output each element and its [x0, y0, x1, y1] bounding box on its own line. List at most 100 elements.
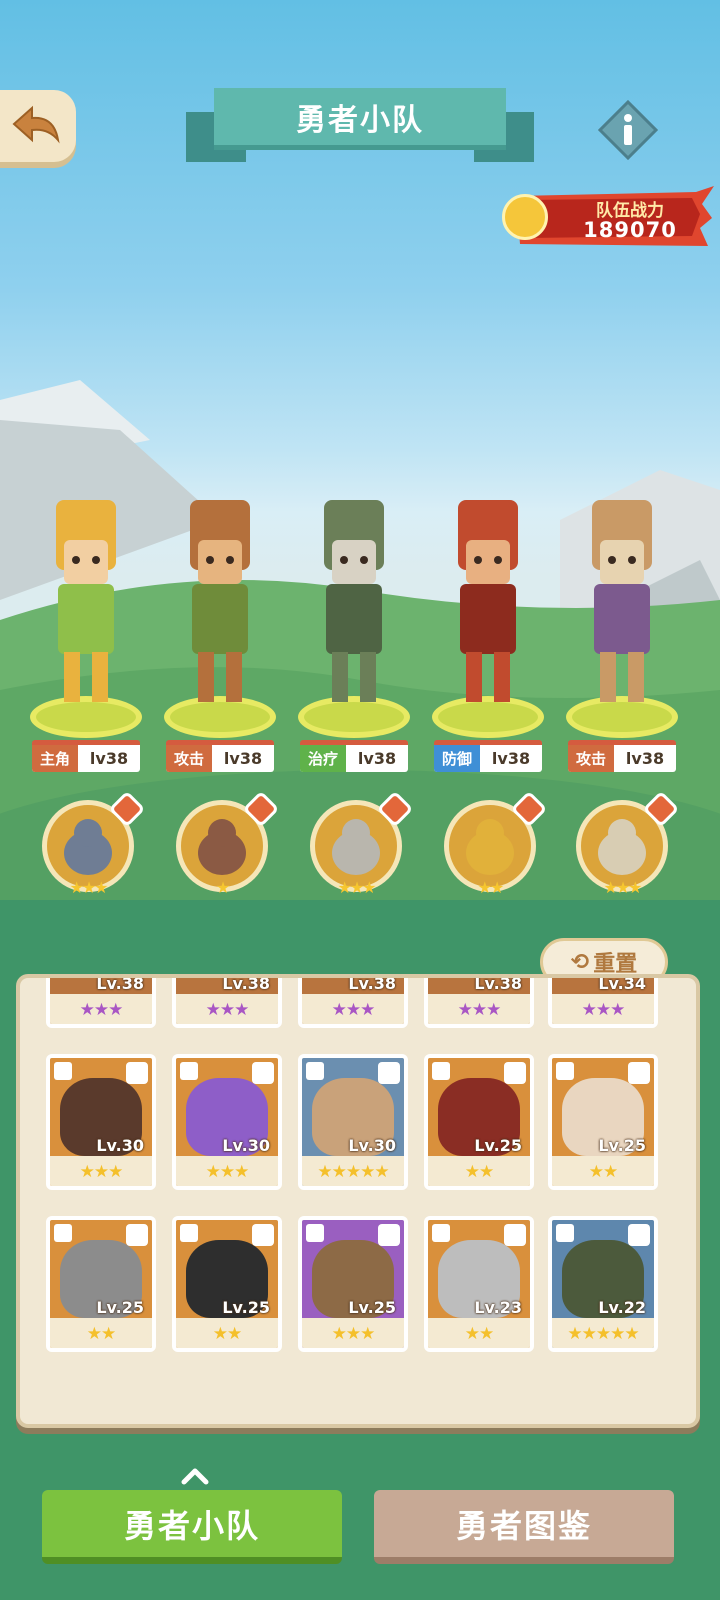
- hero-level: lv38: [89, 749, 129, 768]
- card-stars: ★★★: [205, 1000, 250, 1020]
- roster-card[interactable]: Lv.38 ★★★: [424, 974, 534, 1028]
- hero-tag: 治疗 lv38: [300, 740, 408, 772]
- card-stars: ★★: [464, 1324, 494, 1344]
- roster-card[interactable]: Lv.22 ★★★★★: [548, 1216, 658, 1352]
- card-level: Lv.38: [474, 974, 522, 993]
- pet-stars: ★★: [477, 878, 505, 897]
- roster-card[interactable]: Lv.25 ★★: [548, 1054, 658, 1190]
- roster-card[interactable]: Lv.30 ★★★★★: [298, 1054, 408, 1190]
- hero-slot-2[interactable]: 攻击 lv38: [160, 480, 280, 780]
- class-icon: [306, 1224, 324, 1242]
- class-icon: [54, 1062, 72, 1080]
- hero-slot-4[interactable]: 防御 lv38: [428, 480, 548, 780]
- equipment-icon: [252, 1224, 274, 1246]
- hero-tag: 防御 lv38: [434, 740, 542, 772]
- equipment-icon: [126, 1062, 148, 1084]
- card-stars: ★★: [464, 1162, 494, 1182]
- roster-card[interactable]: Lv.30 ★★★: [172, 1054, 282, 1190]
- hero-role: 主角: [32, 745, 78, 772]
- card-level: Lv.30: [348, 1136, 396, 1155]
- roster-card[interactable]: Lv.23 ★★: [424, 1216, 534, 1352]
- hero-figure: [56, 500, 116, 702]
- card-level: Lv.25: [348, 1298, 396, 1317]
- info-icon[interactable]: [598, 100, 658, 160]
- card-level: Lv.30: [222, 1136, 270, 1155]
- class-icon: [54, 1224, 72, 1242]
- back-arrow-icon: [12, 105, 60, 144]
- class-icon: [432, 1224, 450, 1242]
- chevron-up-icon: [181, 1468, 209, 1485]
- pet-slot-1[interactable]: ★★★: [42, 790, 146, 897]
- card-stars: ★★★: [331, 1324, 376, 1344]
- class-icon: [556, 1224, 574, 1242]
- hero-level: lv38: [625, 749, 665, 768]
- pet-stars: ★★★: [603, 878, 642, 897]
- fist-icon: [502, 194, 548, 240]
- tab-hero-team[interactable]: 勇者小队: [42, 1490, 342, 1564]
- hero-role: 攻击: [568, 745, 614, 772]
- equipment-icon: [628, 1062, 650, 1084]
- hero-tag: 攻击 lv38: [166, 740, 274, 772]
- card-stars: ★★: [86, 1324, 116, 1344]
- class-icon: [432, 1062, 450, 1080]
- class-icon: [180, 1224, 198, 1242]
- card-level: Lv.25: [222, 1298, 270, 1317]
- team-power-banner: 队伍战力 189070: [496, 184, 714, 250]
- tab-hero-codex[interactable]: 勇者图鉴: [374, 1490, 674, 1564]
- equipment-icon: [378, 1062, 400, 1084]
- equipment-icon: [504, 1224, 526, 1246]
- roster-card[interactable]: Lv.30 ★★★: [46, 1054, 156, 1190]
- back-button[interactable]: [0, 90, 76, 162]
- roster-card[interactable]: Lv.25 ★★: [46, 1216, 156, 1352]
- roster-card[interactable]: Lv.38 ★★★: [298, 974, 408, 1028]
- card-stars: ★★★: [79, 1162, 124, 1182]
- hero-role: 防御: [434, 745, 480, 772]
- card-level: Lv.25: [474, 1136, 522, 1155]
- card-stars: ★★: [588, 1162, 618, 1182]
- roster-card[interactable]: Lv.25 ★★: [172, 1216, 282, 1352]
- card-stars: ★★★: [581, 1000, 626, 1020]
- hero-figure: [324, 500, 384, 702]
- card-level: Lv.38: [348, 974, 396, 993]
- card-level: Lv.38: [222, 974, 270, 993]
- pet-slot-2[interactable]: ★: [176, 790, 280, 897]
- equipment-icon: [252, 1062, 274, 1084]
- roster-card[interactable]: Lv.25 ★★★: [298, 1216, 408, 1352]
- team-power-value: 189070: [583, 218, 677, 242]
- hero-tag: 主角 lv38: [32, 740, 140, 772]
- card-level: Lv.38: [96, 974, 144, 993]
- hero-slot-3[interactable]: 治疗 lv38: [294, 480, 414, 780]
- hero-figure: [458, 500, 518, 702]
- hero-roster-panel[interactable]: Lv.38 ★★★ Lv.38 ★★★ Lv.38 ★★★ Lv.38 ★★★ Lv.34 ★★★…: [16, 974, 700, 1428]
- equipment-icon: [378, 1224, 400, 1246]
- hero-slot-5[interactable]: 攻击 lv38: [562, 480, 682, 780]
- pet-slot-4[interactable]: ★★: [444, 790, 548, 897]
- reset-icon: ⟲: [570, 949, 590, 975]
- pet-slot-5[interactable]: ★★★: [576, 790, 680, 897]
- hero-slot-1[interactable]: 主角 lv38: [26, 480, 146, 780]
- page-title: 勇者小队: [214, 88, 506, 150]
- card-stars: ★★★: [457, 1000, 502, 1020]
- hero-figure: [190, 500, 250, 702]
- hero-role: 攻击: [166, 745, 212, 772]
- card-level: Lv.23: [474, 1298, 522, 1317]
- pet-slot-3[interactable]: ★★★: [310, 790, 414, 897]
- card-level: Lv.22: [598, 1298, 646, 1317]
- card-stars: ★★★: [331, 1000, 376, 1020]
- hero-level: lv38: [223, 749, 263, 768]
- class-icon: [306, 1062, 324, 1080]
- card-stars: ★★★: [79, 1000, 124, 1020]
- class-icon: [180, 1062, 198, 1080]
- card-level: Lv.30: [96, 1136, 144, 1155]
- roster-card[interactable]: Lv.38 ★★★: [172, 974, 282, 1028]
- card-stars: ★★★★★: [317, 1162, 389, 1182]
- hero-level: lv38: [491, 749, 531, 768]
- card-stars: ★★★: [205, 1162, 250, 1182]
- roster-card[interactable]: Lv.34 ★★★: [548, 978, 658, 1028]
- pet-stars: ★★★: [69, 878, 108, 897]
- roster-card[interactable]: Lv.38 ★★★: [46, 974, 156, 1028]
- hero-tag: 攻击 lv38: [568, 740, 676, 772]
- pet-stars: ★★★: [337, 878, 376, 897]
- card-stars: ★★: [212, 1324, 242, 1344]
- roster-card[interactable]: Lv.25 ★★: [424, 1054, 534, 1190]
